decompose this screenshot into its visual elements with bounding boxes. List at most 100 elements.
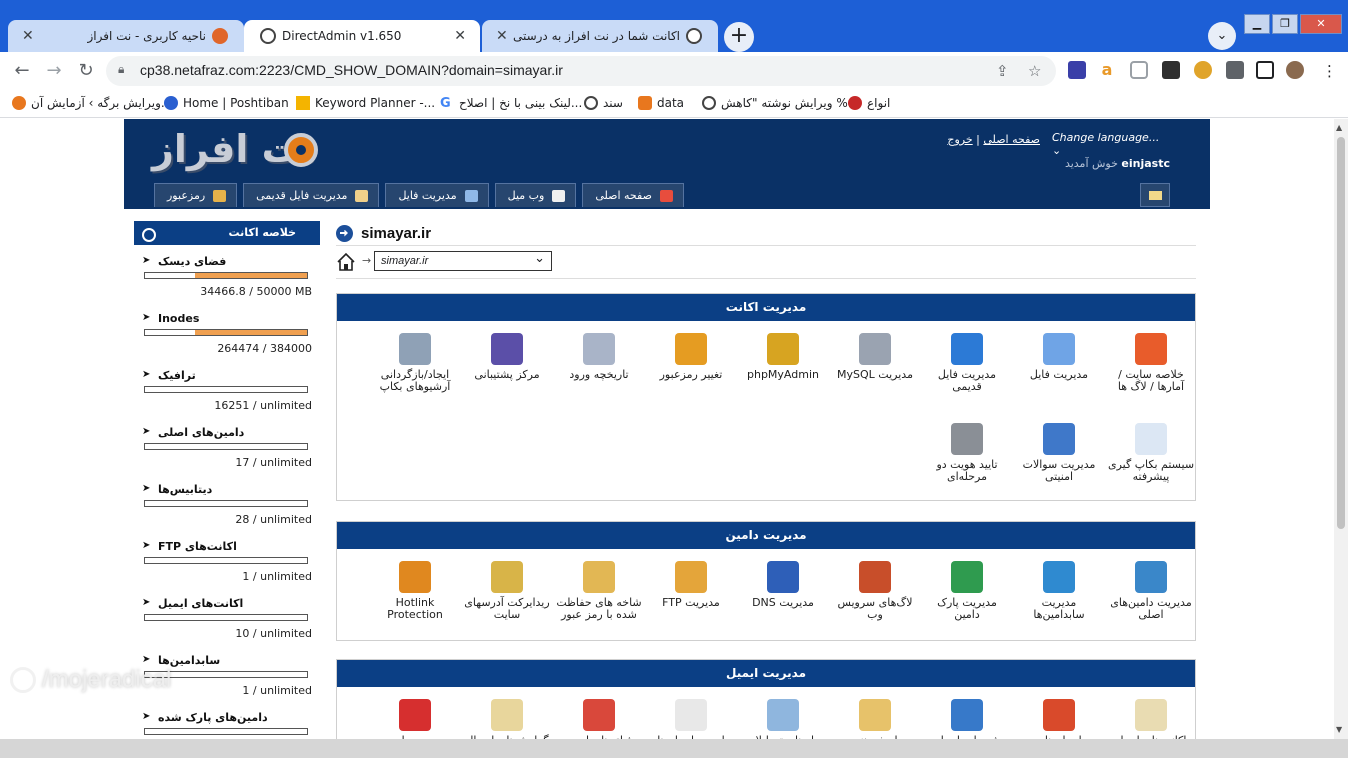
sidebar-title[interactable]: خلاصه اکانت (134, 221, 320, 245)
feature-label[interactable]: سیستم بکاپ گیری پیشرفته (1107, 459, 1195, 483)
feature-label[interactable]: مدیریت دامین‌های اصلی (1107, 597, 1195, 621)
feature-link[interactable]: مدیریت فایل (1015, 333, 1103, 381)
feature-label[interactable]: لاگ‌های سرویس وب (831, 597, 919, 621)
feature-label[interactable]: مدیریت پارک دامین (923, 597, 1011, 621)
feature-icon[interactable] (675, 561, 707, 593)
feature-label[interactable]: تاریخچه ورود (555, 369, 643, 381)
stat-label[interactable]: اکانت‌های FTP (158, 540, 237, 553)
feature-icon[interactable] (399, 333, 431, 365)
feature-link[interactable]: فوروارد ایمیل (923, 699, 1011, 739)
lock-icon[interactable]: 🔒︎ (118, 62, 132, 78)
tab-close-icon[interactable]: ✕ (496, 28, 508, 44)
feature-label[interactable]: مدیریت سوالات امنیتی (1015, 459, 1103, 483)
feature-label[interactable]: ریدایرکت آدرسهای سایت (463, 597, 551, 621)
feature-label[interactable]: phpMyAdmin (739, 369, 827, 381)
bookmark-item[interactable]: سند (584, 95, 623, 111)
bookmark-item[interactable]: انواع (848, 95, 890, 111)
tab-search-icon[interactable]: ⌄ (1208, 22, 1236, 50)
bookmark-star-icon[interactable]: ☆ (1028, 62, 1041, 80)
tab-directadmin[interactable]: DirectAdmin v1.650 ✕ (244, 20, 480, 52)
feature-link[interactable]: شاخه های حفاظت شده با رمز عبور (555, 561, 643, 621)
feature-icon[interactable] (491, 333, 523, 365)
feature-link[interactable]: مدیریت فایل قدیمی (923, 333, 1011, 393)
feature-link[interactable]: مدیریت دامین‌های اصلی (1107, 561, 1195, 621)
feature-icon[interactable] (951, 561, 983, 593)
feature-icon[interactable] (859, 333, 891, 365)
feature-icon[interactable] (951, 423, 983, 455)
bookmark-item[interactable]: ویرایش برگه › آزمایش آن... (12, 95, 172, 111)
forward-icon[interactable]: → (42, 60, 66, 84)
feature-icon[interactable] (859, 561, 891, 593)
feature-label[interactable]: تایید هویت دو مرحله‌ای (923, 459, 1011, 483)
stat-label[interactable]: Inodes (158, 312, 199, 325)
bookmark-item[interactable]: Keyword Planner -... (296, 95, 435, 111)
stat-label[interactable]: دیتابیس‌ها (158, 483, 212, 496)
side-panel-icon[interactable] (1256, 61, 1274, 79)
feature-label[interactable]: شاخه های حفاظت شده با رمز عبور (555, 597, 643, 621)
tab-close-icon[interactable]: ✕ (454, 28, 466, 44)
feature-icon[interactable] (491, 561, 523, 593)
extensions-puzzle-icon[interactable] (1226, 61, 1244, 79)
feature-link[interactable]: مدیریت FTP (647, 561, 735, 609)
feature-link[interactable]: Hotlink Protection (371, 561, 459, 621)
bookmark-item[interactable]: Home | Poshtiban (164, 95, 289, 111)
feature-label[interactable]: مدیریت سابدامین‌ها (1015, 597, 1103, 621)
maximize-icon[interactable]: ❐ (1272, 14, 1298, 34)
tab-account-created[interactable]: اکانت شما در نت افراز به درستی ساخته ...… (482, 20, 718, 52)
feature-icon[interactable] (1043, 699, 1075, 731)
stat-label[interactable]: فضای دیسک (158, 255, 226, 268)
bookmark-item[interactable]: G لینک بینی با نخ | اصلاح... (440, 95, 582, 111)
feature-icon[interactable] (1043, 423, 1075, 455)
nav-home[interactable]: صفحه اصلی (582, 183, 684, 207)
feature-icon[interactable] (583, 333, 615, 365)
home-icon[interactable] (336, 252, 356, 272)
feature-label[interactable]: Hotlink Protection (371, 597, 459, 621)
feature-link[interactable]: سیستم بکاپ گیری پیشرفته (1107, 423, 1195, 483)
reload-icon[interactable]: ↻ (74, 60, 98, 84)
change-language-select[interactable]: Change language... ⌄ (1052, 131, 1170, 157)
share-icon[interactable]: ⇪ (996, 62, 1009, 80)
feature-icon[interactable] (399, 699, 431, 731)
feature-link[interactable]: مدیریت پارک دامین (923, 561, 1011, 621)
tab-close-icon[interactable]: ✕ (22, 28, 34, 44)
vertical-scrollbar[interactable]: ▲ ▼ (1334, 119, 1348, 739)
scroll-down-icon[interactable]: ▼ (1336, 725, 1342, 734)
feature-link[interactable]: مدیریت DNS (739, 561, 827, 609)
feature-label[interactable]: مدیریت DNS (739, 597, 827, 609)
scrollbar-thumb[interactable] (1337, 137, 1345, 529)
feature-link[interactable]: لاگ‌های سرویس وب (831, 561, 919, 621)
feature-label[interactable]: خلاصه سایت / آمارها / لاگ ها (1107, 369, 1195, 393)
feature-icon[interactable] (1043, 333, 1075, 365)
feature-link[interactable]: مدیریت سوالات امنیتی (1015, 423, 1103, 483)
close-window-icon[interactable]: ✕ (1300, 14, 1342, 34)
feature-link[interactable]: مدیریت سابدامین‌ها (1015, 561, 1103, 621)
bookmark-item[interactable]: ویرایش نوشته "کاهش %... (702, 95, 859, 111)
scroll-up-icon[interactable]: ▲ (1336, 123, 1342, 132)
feature-label[interactable]: مدیریت MySQL (831, 369, 919, 381)
feature-icon[interactable] (767, 699, 799, 731)
feature-label[interactable]: مدیریت FTP (647, 597, 735, 609)
feature-icon[interactable] (951, 699, 983, 731)
feature-link[interactable]: ایجاد/بازگردانی آرشیوهای بکاپ (371, 333, 459, 393)
feature-link[interactable]: ریدایرکت آدرسهای سایت (463, 561, 551, 621)
url-text[interactable]: cp38.netafraz.com:2223/CMD_SHOW_DOMAIN?d… (140, 62, 563, 78)
nav-file-manager[interactable]: مدیریت فایل (385, 183, 489, 207)
nav-legacy-file-manager[interactable]: مدیریت فایل قدیمی (243, 183, 380, 207)
gear-extension-icon[interactable] (1194, 61, 1212, 79)
shield-extension-icon[interactable] (1130, 61, 1148, 79)
home-link[interactable]: صفحه اصلی (983, 133, 1040, 146)
menu-dots-icon[interactable]: ⋮ (1322, 62, 1337, 80)
feature-icon[interactable] (767, 561, 799, 593)
stat-label[interactable]: ترافیک (158, 369, 196, 382)
feature-icon[interactable] (583, 561, 615, 593)
feature-link[interactable]: phpMyAdmin (739, 333, 827, 381)
feature-icon[interactable] (491, 699, 523, 731)
feature-link[interactable]: لیست ایمیل ها (647, 699, 735, 739)
feature-link[interactable]: اکانت‌های ایمیل (1107, 699, 1195, 739)
feature-label[interactable]: تغییر رمزعبور (647, 369, 735, 381)
feature-icon[interactable] (1135, 561, 1167, 593)
feature-link[interactable]: تغییر رمزعبور (647, 333, 735, 381)
calendar-extension-icon[interactable] (1162, 61, 1180, 79)
feature-icon[interactable] (951, 333, 983, 365)
domain-select[interactable]: simayar.ir (374, 249, 552, 271)
